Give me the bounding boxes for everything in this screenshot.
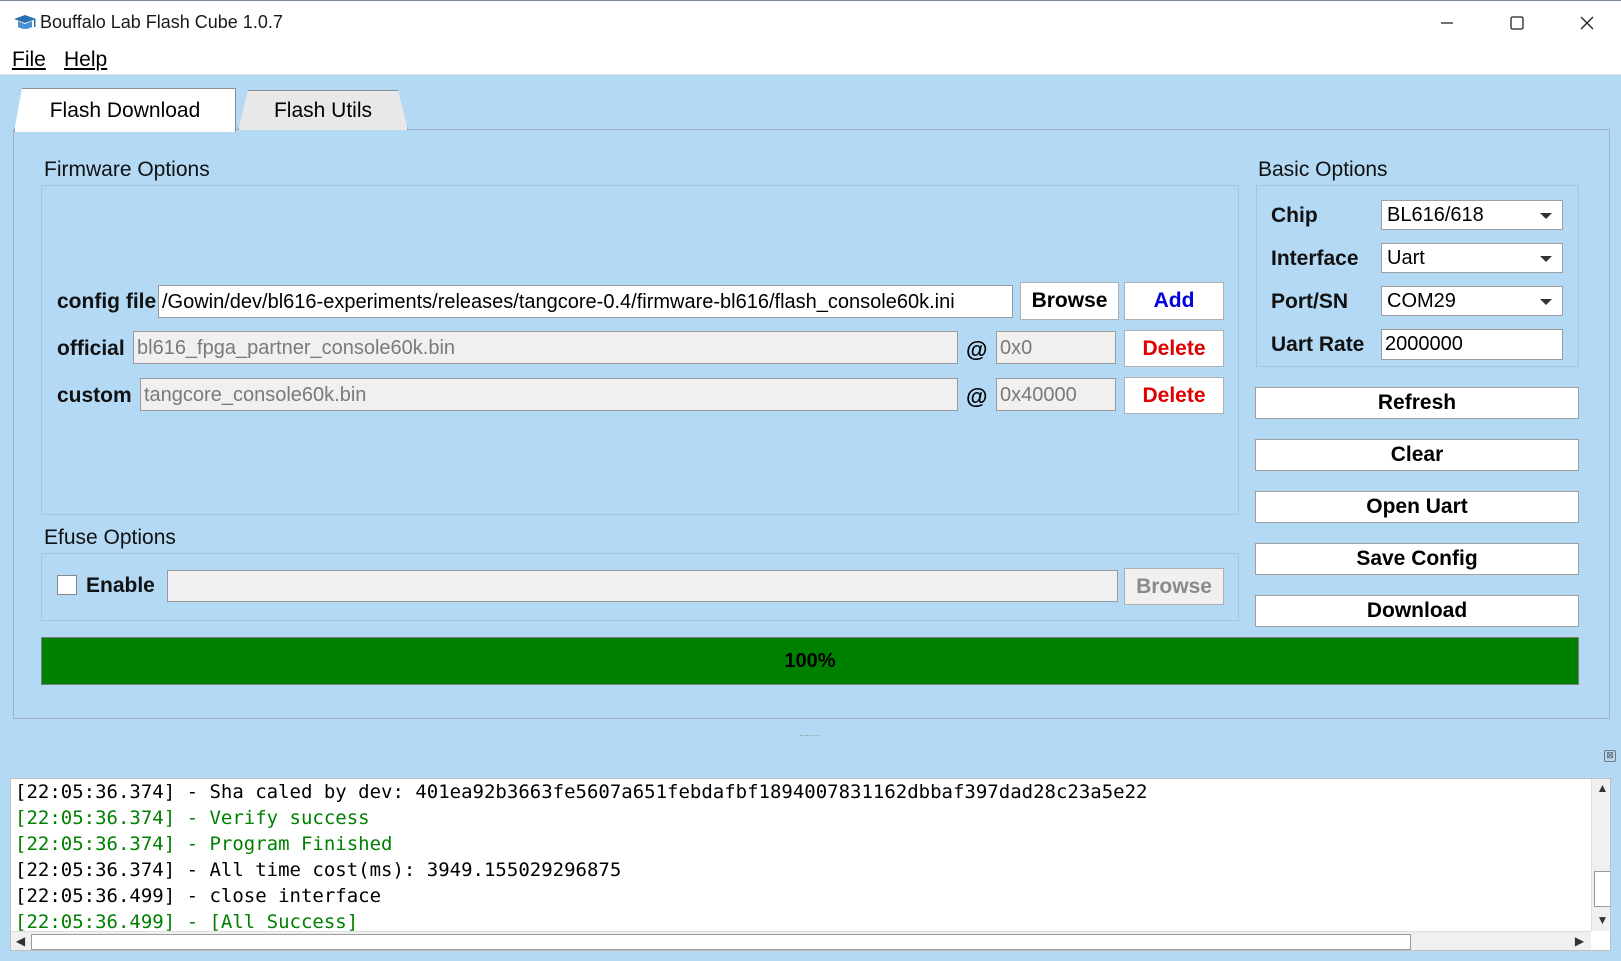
- open-uart-button[interactable]: Open Uart: [1255, 491, 1579, 523]
- scroll-down-icon[interactable]: ▼: [1594, 913, 1610, 927]
- tab-flash-utils[interactable]: Flash Utils: [238, 90, 408, 130]
- official-address-input[interactable]: 0x0: [996, 331, 1116, 364]
- official-delete-button[interactable]: Delete: [1124, 330, 1224, 367]
- splitter-handle[interactable]: [800, 735, 820, 738]
- port-select-value: COM29: [1387, 290, 1456, 312]
- port-sn-label: Port/SN: [1271, 290, 1349, 313]
- vertical-scroll-thumb[interactable]: [1594, 871, 1610, 907]
- custom-label: custom: [57, 384, 132, 407]
- minimize-button[interactable]: [1412, 1, 1482, 45]
- log-line: [22:05:36.499] - close interface: [15, 885, 382, 907]
- port-select[interactable]: COM29: [1381, 286, 1563, 316]
- official-at-sign: @: [966, 337, 988, 362]
- official-label: official: [57, 337, 125, 360]
- log-line: [22:05:36.374] - All time cost(ms): 3949…: [15, 859, 622, 881]
- title-bar: Bouffalo Lab Flash Cube 1.0.7: [0, 0, 1621, 44]
- download-button[interactable]: Download: [1255, 595, 1579, 627]
- chevron-down-icon: [1540, 213, 1552, 219]
- progress-bar: 100%: [41, 637, 1579, 685]
- interface-label: Interface: [1271, 247, 1359, 270]
- custom-file-input[interactable]: tangcore_console60k.bin: [140, 378, 958, 411]
- interface-select[interactable]: Uart: [1381, 243, 1563, 273]
- chip-select-value: BL616/618: [1387, 204, 1484, 226]
- menu-bar: File Help: [0, 44, 1621, 75]
- tab-label: Flash Download: [49, 98, 201, 122]
- chevron-down-icon: [1540, 256, 1552, 262]
- progress-label: 100%: [784, 649, 836, 672]
- scroll-right-icon[interactable]: ▶: [1571, 934, 1588, 948]
- firmware-options-title: Firmware Options: [44, 158, 210, 181]
- custom-delete-button[interactable]: Delete: [1124, 377, 1224, 414]
- log-line: [22:05:36.374] - Program Finished: [15, 833, 393, 855]
- custom-at-sign: @: [966, 384, 988, 409]
- config-file-input[interactable]: /Gowin/dev/bl616-experiments/releases/ta…: [158, 285, 1013, 318]
- vertical-scrollbar[interactable]: ▲ ▼: [1591, 779, 1610, 931]
- tab-flash-download[interactable]: Flash Download: [14, 88, 236, 132]
- uart-rate-input[interactable]: 2000000: [1381, 329, 1563, 360]
- basic-options-title: Basic Options: [1258, 158, 1388, 181]
- tab-label: Flash Utils: [273, 98, 373, 122]
- maximize-button[interactable]: [1482, 1, 1552, 45]
- custom-address-input[interactable]: 0x40000: [996, 378, 1116, 411]
- add-button[interactable]: Add: [1124, 282, 1224, 320]
- efuse-browse-button[interactable]: Browse: [1124, 568, 1224, 605]
- window-title: Bouffalo Lab Flash Cube 1.0.7: [40, 12, 283, 32]
- efuse-path-input[interactable]: [167, 570, 1118, 602]
- save-config-button[interactable]: Save Config: [1255, 543, 1579, 575]
- config-browse-button[interactable]: Browse: [1020, 282, 1119, 320]
- minimize-icon: [1441, 22, 1453, 24]
- scroll-left-icon[interactable]: ◀: [12, 934, 29, 948]
- uart-rate-label: Uart Rate: [1271, 333, 1365, 356]
- log-line: [22:05:36.374] - Verify success: [15, 807, 370, 829]
- chip-label: Chip: [1271, 204, 1318, 227]
- close-icon: [1580, 16, 1594, 30]
- menu-file[interactable]: File: [12, 48, 46, 72]
- clear-button[interactable]: Clear: [1255, 439, 1579, 471]
- interface-select-value: Uart: [1387, 247, 1425, 269]
- refresh-button[interactable]: Refresh: [1255, 387, 1579, 419]
- scroll-up-icon[interactable]: ▲: [1594, 781, 1610, 795]
- official-file-input[interactable]: bl616_fpga_partner_console60k.bin: [133, 331, 958, 364]
- log-line: [22:05:36.374] - Sha caled by dev: 401ea…: [15, 781, 1148, 803]
- chip-select[interactable]: BL616/618: [1381, 200, 1563, 230]
- config-file-label: config file: [57, 290, 157, 313]
- menu-help-label: Help: [64, 48, 108, 71]
- chevron-down-icon: [1540, 299, 1552, 305]
- close-button[interactable]: [1552, 1, 1621, 45]
- menu-file-label: File: [12, 48, 46, 71]
- menu-help[interactable]: Help: [64, 48, 107, 72]
- size-grip-icon[interactable]: ⊠: [1604, 750, 1616, 762]
- efuse-enable-label: Enable: [86, 574, 155, 597]
- log-output[interactable]: [22:05:36.374] - Sha caled by dev: 401ea…: [10, 778, 1611, 951]
- log-lines: [22:05:36.374] - Sha caled by dev: 401ea…: [15, 779, 1575, 935]
- maximize-icon: [1510, 16, 1524, 30]
- efuse-options-title: Efuse Options: [44, 526, 176, 549]
- efuse-enable-checkbox[interactable]: [57, 575, 77, 595]
- horizontal-scroll-thumb[interactable]: [31, 934, 1411, 950]
- app-logo-icon: [14, 15, 36, 29]
- horizontal-scrollbar[interactable]: ◀ ▶: [11, 931, 1591, 950]
